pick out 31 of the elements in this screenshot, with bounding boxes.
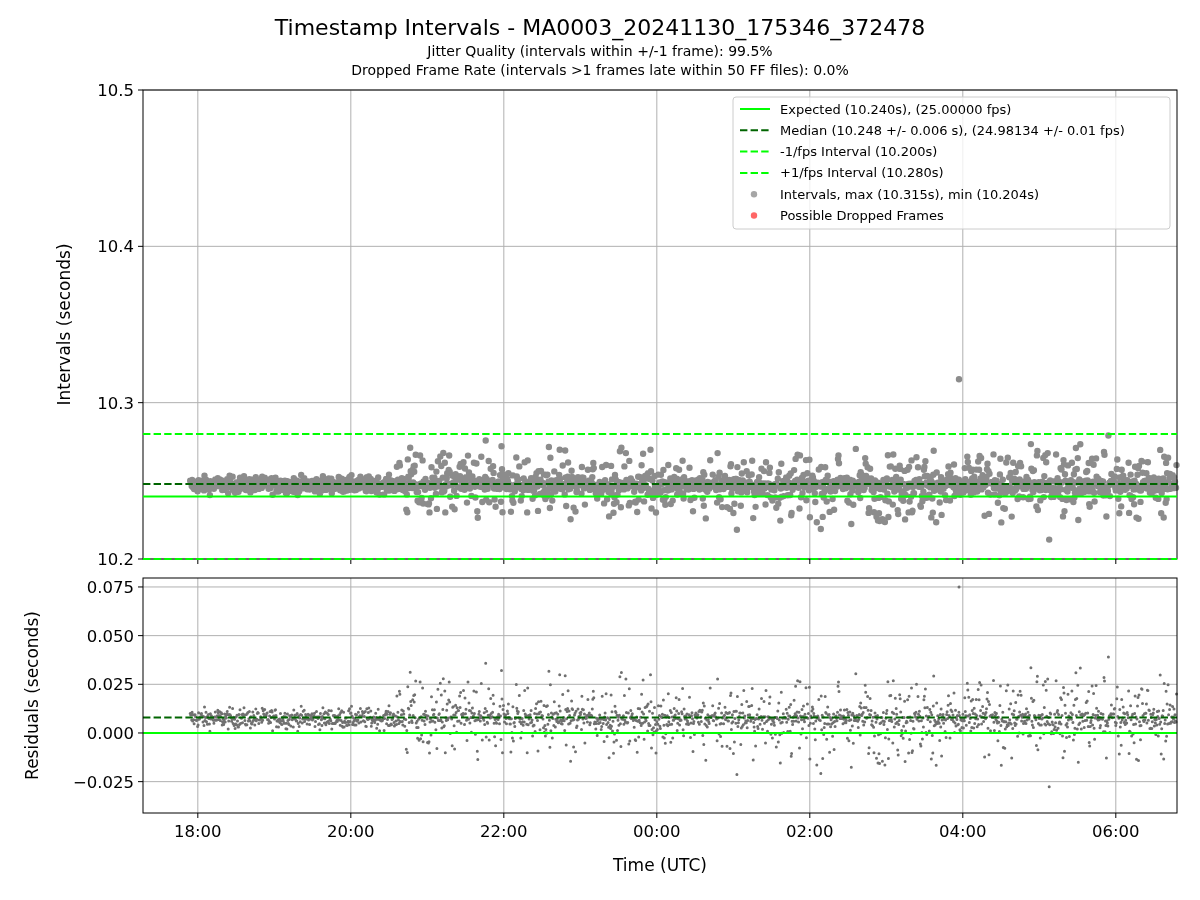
tick-label: 06:00 [1092, 822, 1140, 841]
tick-label: 10.3 [97, 393, 134, 413]
tick-label: 00:00 [633, 822, 681, 841]
legend-swatch-icon [739, 171, 771, 174]
figure-subtitle: Jitter Quality (intervals within +/-1 frame): 99.5% [427, 42, 773, 61]
tick-label: 10.5 [97, 81, 134, 100]
legend-swatch-icon [739, 129, 771, 132]
legend-swatch-icon [739, 150, 771, 153]
tick-label: 10.2 [97, 550, 134, 568]
legend-label: Intervals, max (10.315s), min (10.204s) [780, 186, 1039, 202]
tick-label: 0.000 [86, 724, 134, 743]
axis-label: Residuals (seconds) [22, 611, 42, 780]
axis-label: Intervals (seconds) [54, 243, 74, 406]
tick-label: 0.050 [86, 626, 134, 646]
figure-subtitle: Dropped Frame Rate (intervals >1 frames late within 50 FF files): 0.0% [351, 61, 849, 80]
tick-label: 18:00 [174, 822, 222, 841]
tick-label: 20:00 [327, 822, 375, 841]
tick-label: 02:00 [786, 822, 834, 841]
legend-label: +1/fps Interval (10.280s) [780, 165, 944, 181]
tick-label: 22:00 [480, 822, 528, 841]
tick-label: 04:00 [939, 822, 987, 841]
axis-label: Time (UTC) [613, 855, 707, 875]
tick-label: 0.075 [86, 577, 134, 597]
legend-label: Median (10.248 +/- 0.006 s), (24.98134 +/- 0.01 fps) [780, 122, 1125, 138]
legend-label: Expected (10.240s), (25.00000 fps) [780, 101, 1012, 117]
figure-title: Timestamp Intervals - MA0003_20241130_175346_372478 [274, 14, 926, 42]
legend-label: -1/fps Interval (10.200s) [780, 144, 938, 160]
tick-label: −0.025 [72, 772, 134, 792]
tick-label: 0.025 [86, 675, 134, 695]
legend-label: Possible Dropped Frames [780, 208, 944, 223]
tick-label: 10.4 [97, 237, 134, 257]
